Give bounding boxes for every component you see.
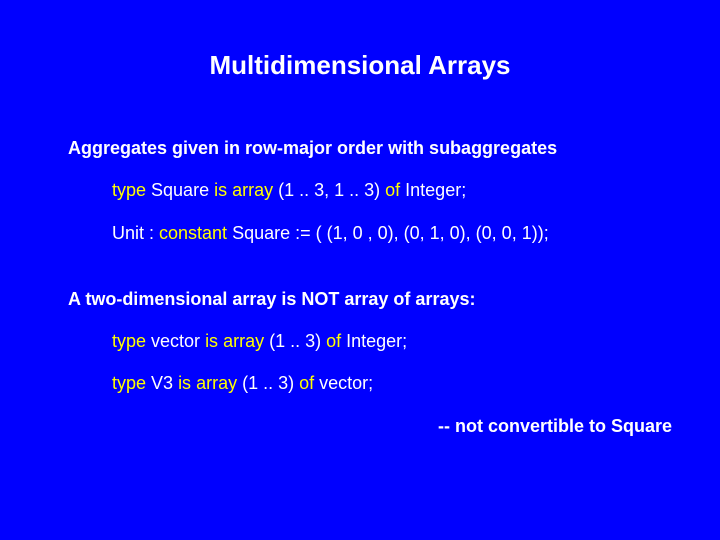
text: Integer; xyxy=(341,331,407,351)
text: Unit : xyxy=(112,223,159,243)
subheading-aggregates: Aggregates given in row-major order with… xyxy=(68,136,652,160)
code-line-v3-type: type V3 is array (1 .. 3) of vector; xyxy=(68,371,652,395)
text: V3 xyxy=(146,373,178,393)
text: vector; xyxy=(314,373,373,393)
keyword-is: is xyxy=(178,373,191,393)
keyword-type: type xyxy=(112,331,146,351)
code-line-unit: Unit : constant Square := ( (1, 0 , 0), … xyxy=(68,221,652,245)
slide: Multidimensional Arrays Aggregates given… xyxy=(0,0,720,540)
text: (1 .. 3, 1 .. 3) xyxy=(273,180,385,200)
keyword-of: of xyxy=(385,180,400,200)
keyword-constant: constant xyxy=(159,223,227,243)
keyword-array: array xyxy=(227,180,273,200)
comment-not-convertible: -- not convertible to Square xyxy=(68,414,652,438)
text: Square := ( (1, 0 , 0), (0, 1, 0), (0, 0… xyxy=(227,223,549,243)
keyword-is: is xyxy=(205,331,218,351)
subheading-not-array-of-arrays: A two-dimensional array is NOT array of … xyxy=(68,287,652,311)
text: (1 .. 3) xyxy=(237,373,299,393)
slide-title: Multidimensional Arrays xyxy=(68,50,652,81)
keyword-of: of xyxy=(326,331,341,351)
keyword-array: array xyxy=(191,373,237,393)
keyword-type: type xyxy=(112,180,146,200)
keyword-array: array xyxy=(218,331,264,351)
keyword-type: type xyxy=(112,373,146,393)
code-line-vector-type: type vector is array (1 .. 3) of Integer… xyxy=(68,329,652,353)
keyword-of: of xyxy=(299,373,314,393)
text: Square xyxy=(146,180,214,200)
code-line-square-type: type Square is array (1 .. 3, 1 .. 3) of… xyxy=(68,178,652,202)
text: Integer; xyxy=(400,180,466,200)
text: vector xyxy=(146,331,205,351)
keyword-is: is xyxy=(214,180,227,200)
text: (1 .. 3) xyxy=(264,331,326,351)
